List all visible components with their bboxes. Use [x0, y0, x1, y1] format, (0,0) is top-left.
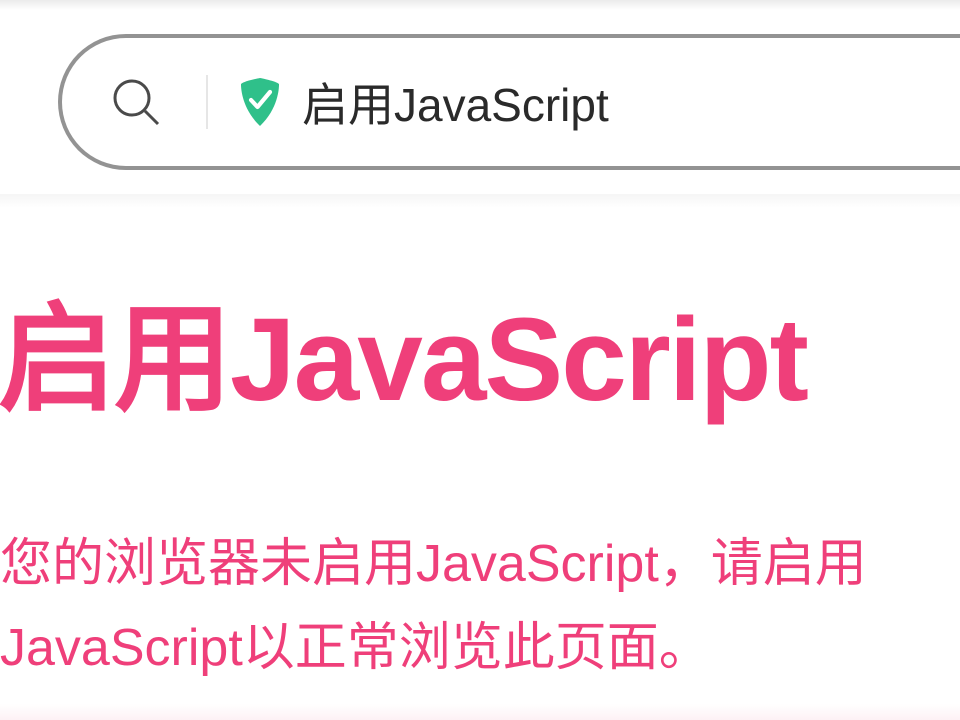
address-bar-divider	[206, 75, 208, 129]
secure-shield-icon	[238, 77, 282, 127]
page-headline: 启用JavaScript	[0, 296, 920, 426]
window-top-shadow	[0, 0, 960, 10]
search-icon	[110, 76, 162, 128]
address-bar[interactable]: 启用JavaScript	[58, 34, 960, 170]
address-bar-url[interactable]: 启用JavaScript	[302, 69, 609, 135]
page-body-text: 您的浏览器未启用JavaScript，请启用JavaScript以正常浏览此页面…	[0, 522, 920, 690]
bottom-fade	[0, 704, 960, 720]
address-region-shadow	[0, 194, 960, 208]
page-content: 启用JavaScript 您的浏览器未启用JavaScript，请启用JavaS…	[0, 296, 920, 690]
